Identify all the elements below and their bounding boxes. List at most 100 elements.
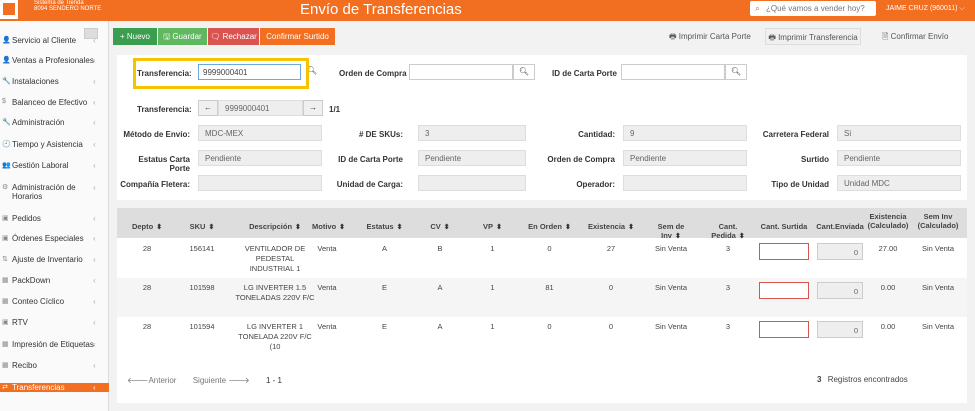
column-header-cant-surtida[interactable]: Cant. Surtida: [759, 222, 809, 231]
cell-sem-inv: Sin Venta: [654, 244, 688, 253]
sidebar-item-label: Órdenes Especiales: [12, 234, 84, 243]
imprimir-carta-porte-button[interactable]: 🖶 Imprimir Carta Porte: [669, 31, 751, 45]
sidebar-item-label: Administración de Horarios: [12, 183, 76, 201]
imprimir-transferencia-button[interactable]: 🖶 Imprimir Transferencia: [765, 28, 861, 45]
confirmar-envio-button[interactable]: 🗎 Confirmar Envío: [882, 31, 948, 45]
column-header-sem-inv[interactable]: Sem de Inv ⬍: [647, 222, 695, 240]
column-header-motivo[interactable]: Motivo ⬍: [312, 222, 345, 231]
page-range: 1 - 1: [265, 376, 282, 385]
orden-compra-input[interactable]: [409, 64, 513, 80]
user-menu[interactable]: JAIME CRUZ (960011) ⌵: [886, 5, 965, 13]
pagination: 🡐Anterior Siguiente 🡒 1 - 1: [127, 375, 282, 385]
user-name: JAIME CRUZ (960011): [886, 5, 958, 12]
sort-icon[interactable]: ⬍: [339, 224, 345, 231]
num-skus-value: 3: [418, 125, 526, 141]
cell-sem-inv-calc: Sin Venta: [921, 244, 955, 253]
cell-en-orden: 0: [547, 322, 552, 331]
table-row: 28 101594 LG INVERTER 1 TONELADA 220V F/C …: [117, 317, 967, 356]
cell-sem-inv-calc: Sin Venta: [921, 322, 955, 331]
search-input[interactable]: [766, 3, 871, 14]
carta-porte-input[interactable]: [621, 64, 725, 80]
column-header-en-orden[interactable]: En Orden ⬍: [527, 222, 572, 231]
sidebar-item-icon: 🔧: [2, 119, 11, 126]
sort-icon[interactable]: ⬍: [565, 224, 571, 231]
column-header-existencia[interactable]: Existencia ⬍: [585, 222, 637, 231]
sidebar-item-label: Administración: [12, 118, 65, 127]
sort-icon[interactable]: ⬍: [295, 224, 301, 231]
next-page-button[interactable]: Siguiente 🡒: [193, 376, 250, 385]
column-header-existencia-calc[interactable]: Existencia (Calculado): [867, 212, 909, 230]
metodo-envio-label: Método de Envío:: [123, 130, 190, 139]
tipo-unidad-value: Unidad MDC: [837, 175, 961, 191]
column-header-sem-inv-calc[interactable]: Sem Inv (Calculado): [917, 212, 959, 230]
table-header: Depto ⬍ SKU ⬍ Descripción ⬍ Motivo ⬍ Estatus ⬍ CV ⬍…: [117, 208, 967, 240]
sidebar: 👤 Servicio al Cliente ‹ 👤 Ventas a Profesion…: [0, 21, 109, 411]
cell-cant-pedida: 3: [725, 283, 731, 292]
highlight-box: [133, 58, 309, 89]
products-table: Depto ⬍ SKU ⬍ Descripción ⬍ Motivo ⬍ Estatus ⬍ CV ⬍…: [117, 208, 967, 403]
sort-icon[interactable]: ⬍: [444, 224, 450, 231]
cell-descripcion: LG INVERTER 1 TONELADA 220V F/C (10: [238, 322, 312, 351]
column-header-cant-pedida[interactable]: Cant. Pedida ⬍: [702, 222, 754, 240]
confirmar-surtido-button[interactable]: Confirmar Surtido: [260, 28, 335, 45]
cell-sku: 101598: [189, 283, 215, 292]
rechazar-button[interactable]: 🗨 Rechazar: [208, 28, 259, 45]
sidebar-item-icon: ▦: [2, 341, 9, 348]
sidebar-item-label: Pedidos: [12, 214, 41, 223]
cell-cant-pedida: 3: [725, 322, 731, 331]
column-header-cant-enviada[interactable]: Cant.Enviada: [815, 222, 865, 231]
chevron-left-icon: ‹: [93, 183, 96, 192]
cell-existencia: 0: [608, 322, 614, 331]
column-header-cv[interactable]: CV ⬍: [425, 222, 455, 231]
cell-sem-inv: Sin Venta: [654, 283, 688, 292]
page-title: Envío de Transferencias: [300, 1, 462, 18]
sidebar-item-label: PackDown: [12, 276, 51, 285]
home-depot-logo[interactable]: [0, 0, 18, 19]
chevron-left-icon: ‹: [93, 340, 96, 349]
sort-icon[interactable]: ⬍: [156, 224, 162, 231]
sidebar-item-icon: ⚙: [2, 184, 9, 191]
cant-surtida-input[interactable]: [759, 243, 809, 260]
chevron-left-icon: ‹: [93, 318, 96, 327]
chevron-left-icon: ‹: [93, 118, 96, 127]
sidebar-item-transferencias[interactable]: ⇄ Transferencias ‹: [0, 383, 109, 392]
search-icon: 🔍︎: [730, 67, 742, 76]
prev-page-button[interactable]: 🡐Anterior: [127, 376, 176, 385]
column-header-vp[interactable]: VP ⬍: [480, 222, 505, 231]
search-carta-button[interactable]: 🔍︎: [725, 64, 747, 80]
chevron-left-icon: ‹: [93, 383, 96, 392]
carta-porte-label: ID de Carta Porte: [552, 69, 617, 78]
column-header-estatus[interactable]: Estatus ⬍: [362, 222, 407, 231]
cell-existencia-calc: 0.00: [880, 322, 896, 331]
sort-icon[interactable]: ⬍: [628, 224, 634, 231]
sort-icon[interactable]: ⬍: [496, 224, 502, 231]
prev-arrow-icon[interactable]: ←: [198, 100, 218, 116]
sort-icon[interactable]: ⬍: [397, 224, 403, 231]
cell-depto: 28: [142, 283, 152, 292]
sidebar-item-label: Ventas a Profesionales: [12, 56, 94, 65]
column-header-depto[interactable]: Depto ⬍: [127, 222, 167, 231]
search-orden-button[interactable]: 🔍︎: [513, 64, 535, 80]
sort-icon[interactable]: ⬍: [208, 224, 214, 231]
chevron-left-icon: ‹: [93, 77, 96, 86]
column-header-label: Cant.Enviada: [816, 222, 864, 231]
column-header-descripcion[interactable]: Descripción ⬍: [235, 222, 315, 231]
chevron-left-icon: ‹: [93, 36, 96, 45]
nuevo-button[interactable]: + Nuevo: [113, 28, 157, 45]
nav-transferencia-value: 9999000401: [218, 100, 303, 116]
records-found: 3 Registros encontrados: [817, 375, 908, 384]
column-header-sku[interactable]: SKU ⬍: [182, 222, 222, 231]
sidebar-item-icon: 👤: [2, 57, 11, 64]
cant-surtida-input[interactable]: [759, 321, 809, 338]
chevron-down-icon: ⌵: [959, 5, 965, 12]
orden-compra-detail-label: Orden de Compra: [547, 155, 615, 164]
cant-surtida-input[interactable]: [759, 282, 809, 299]
cell-en-orden: 0: [547, 244, 552, 253]
column-header-label: Cant. Pedida: [711, 222, 738, 240]
next-arrow-icon[interactable]: →: [303, 100, 323, 116]
unidad-carga-label: Unidad de Carga:: [336, 180, 403, 189]
guardar-button[interactable]: 🖫 Guardar: [158, 28, 207, 45]
sidebar-item-label: Transferencias: [12, 383, 65, 392]
cell-sku: 156141: [189, 244, 215, 253]
global-search[interactable]: ⌕: [750, 1, 876, 16]
